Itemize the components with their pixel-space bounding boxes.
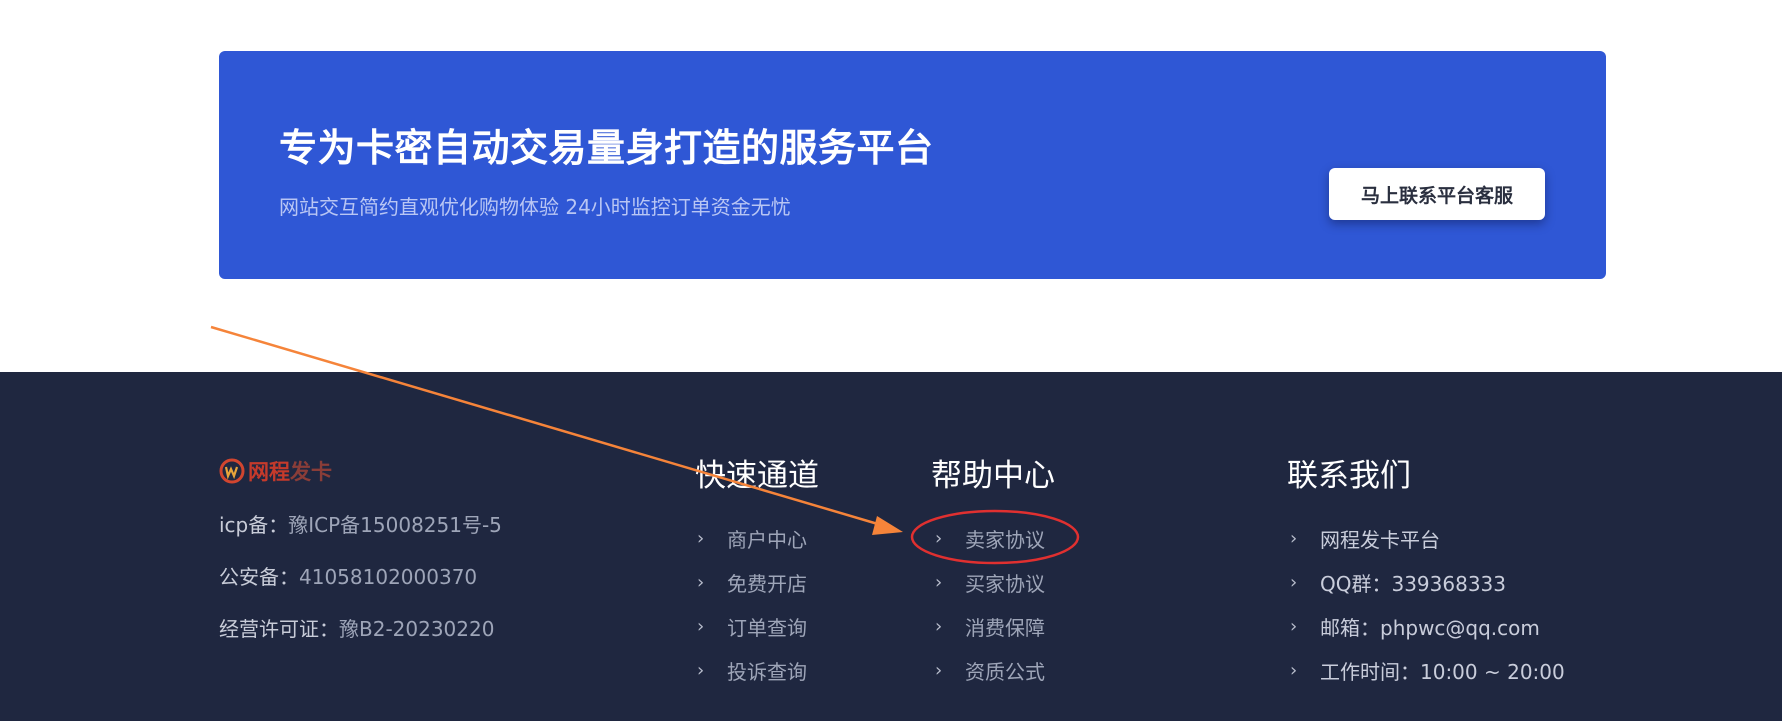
contact-label: 工作时间：10:00 ~ 20:00 bbox=[1320, 659, 1565, 684]
site-footer: 网程发卡 icp备：豫ICP备15008251号-5 公安备：410581020… bbox=[0, 372, 1782, 721]
help-link-buyer-agreement[interactable]: › 买家协议 bbox=[935, 560, 1045, 604]
promo-banner: 专为卡密自动交易量身打造的服务平台 网站交互简约直观优化购物体验 24小时监控订… bbox=[219, 51, 1606, 279]
chevron-right-icon: › bbox=[1290, 659, 1298, 681]
contact-platform-name[interactable]: › 网程发卡平台 bbox=[1290, 516, 1565, 560]
contact-label: 网程发卡平台 bbox=[1320, 527, 1440, 552]
help-link-label: 消费保障 bbox=[965, 615, 1045, 640]
chevron-right-icon: › bbox=[697, 659, 705, 681]
quick-links-title: 快速通道 bbox=[695, 458, 819, 494]
help-link-qualifications[interactable]: › 资质公式 bbox=[935, 648, 1045, 692]
icp-value[interactable]: 豫ICP备15008251号-5 bbox=[288, 513, 502, 537]
quick-link-label: 商户中心 bbox=[727, 527, 807, 552]
quick-link-label: 订单查询 bbox=[727, 615, 807, 640]
chevron-right-icon: › bbox=[1290, 571, 1298, 593]
help-center-title: 帮助中心 bbox=[931, 458, 1055, 494]
help-link-label: 卖家协议 bbox=[965, 527, 1045, 552]
icp-label: icp备： bbox=[219, 513, 289, 537]
contact-service-button[interactable]: 马上联系平台客服 bbox=[1329, 168, 1545, 220]
contact-us-title: 联系我们 bbox=[1287, 458, 1411, 494]
contact-label: 邮箱：phpwc@qq.com bbox=[1320, 615, 1540, 640]
chevron-right-icon: › bbox=[1290, 615, 1298, 637]
contact-label: QQ群：339368333 bbox=[1320, 571, 1507, 596]
business-license: 经营许可证：豫B2-20230220 bbox=[219, 613, 494, 642]
help-center-list: › 卖家协议 › 买家协议 › 消费保障 › 资质公式 bbox=[935, 516, 1045, 692]
logo-text: 网程发卡 bbox=[248, 456, 332, 486]
license-value[interactable]: 豫B2-20230220 bbox=[339, 617, 494, 641]
contact-qq-group[interactable]: › QQ群：339368333 bbox=[1290, 560, 1565, 604]
police-label: 公安备： bbox=[219, 565, 299, 589]
chevron-right-icon: › bbox=[935, 527, 943, 549]
quick-link-merchant-center[interactable]: › 商户中心 bbox=[697, 516, 807, 560]
quick-links-list: › 商户中心 › 免费开店 › 订单查询 › 投诉查询 bbox=[697, 516, 807, 692]
police-record: 公安备：41058102000370 bbox=[219, 561, 477, 590]
quick-link-complaint-query[interactable]: › 投诉查询 bbox=[697, 648, 807, 692]
contact-us-list: › 网程发卡平台 › QQ群：339368333 › 邮箱：phpwc@qq.com … bbox=[1290, 516, 1565, 692]
contact-working-hours[interactable]: › 工作时间：10:00 ~ 20:00 bbox=[1290, 648, 1565, 692]
license-label: 经营许可证： bbox=[219, 617, 339, 641]
quick-link-label: 投诉查询 bbox=[727, 659, 807, 684]
quick-link-label: 免费开店 bbox=[727, 571, 807, 596]
chevron-right-icon: › bbox=[697, 571, 705, 593]
quick-link-order-query[interactable]: › 订单查询 bbox=[697, 604, 807, 648]
chevron-right-icon: › bbox=[935, 659, 943, 681]
chevron-right-icon: › bbox=[1290, 527, 1298, 549]
help-link-consumer-protection[interactable]: › 消费保障 bbox=[935, 604, 1045, 648]
logo-text-part1: 网程 bbox=[248, 460, 290, 484]
logo-text-part2: 发卡 bbox=[290, 460, 332, 484]
chevron-right-icon: › bbox=[697, 615, 705, 637]
contact-email[interactable]: › 邮箱：phpwc@qq.com bbox=[1290, 604, 1565, 648]
chevron-right-icon: › bbox=[935, 571, 943, 593]
banner-subtitle: 网站交互简约直观优化购物体验 24小时监控订单资金无忧 bbox=[279, 195, 791, 219]
help-link-seller-agreement[interactable]: › 卖家协议 bbox=[935, 516, 1045, 560]
help-link-label: 资质公式 bbox=[965, 659, 1045, 684]
help-link-label: 买家协议 bbox=[965, 571, 1045, 596]
footer-logo[interactable]: 网程发卡 bbox=[219, 456, 332, 486]
chevron-right-icon: › bbox=[935, 615, 943, 637]
icp-record: icp备：豫ICP备15008251号-5 bbox=[219, 509, 502, 538]
quick-link-open-store[interactable]: › 免费开店 bbox=[697, 560, 807, 604]
logo-icon bbox=[219, 458, 245, 484]
police-value[interactable]: 41058102000370 bbox=[299, 565, 477, 589]
banner-title: 专为卡密自动交易量身打造的服务平台 bbox=[279, 126, 934, 170]
chevron-right-icon: › bbox=[697, 527, 705, 549]
